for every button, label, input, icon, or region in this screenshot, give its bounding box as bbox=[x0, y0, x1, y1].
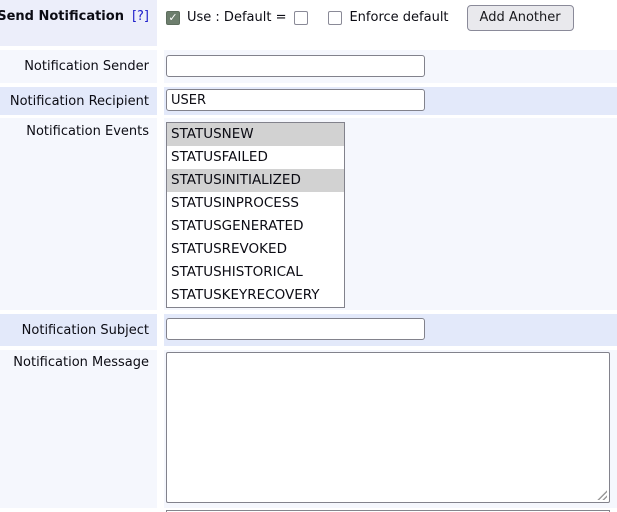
event-option[interactable]: STATUSINITIALIZED bbox=[167, 169, 344, 192]
notification-message-wrap bbox=[166, 352, 610, 503]
enforce-default-checkbox[interactable] bbox=[328, 11, 342, 25]
event-option[interactable]: STATUSKEYRECOVERY bbox=[167, 284, 344, 307]
notification-recipient-field-cell bbox=[164, 87, 617, 115]
event-option[interactable]: STATUSHISTORICAL bbox=[167, 261, 344, 284]
notification-message-field-cell bbox=[164, 350, 617, 508]
default-value-checkbox[interactable] bbox=[294, 11, 308, 25]
notification-recipient-row: Notification Recipient bbox=[0, 87, 617, 115]
section-title: Send Notification bbox=[0, 9, 124, 24]
add-another-button[interactable]: Add Another bbox=[467, 5, 574, 31]
notification-message-label: Notification Message bbox=[0, 350, 157, 508]
notification-subject-field-cell bbox=[164, 314, 617, 346]
use-default-label: Use : Default = bbox=[187, 10, 286, 25]
section-header-row: Send Notification [?] Use : Default = En… bbox=[0, 0, 617, 46]
event-option[interactable]: STATUSFAILED bbox=[167, 146, 344, 169]
notification-subject-label: Notification Subject bbox=[0, 314, 157, 346]
header-controls: Use : Default = Enforce default Add Anot… bbox=[166, 4, 617, 31]
notification-sender-label: Notification Sender bbox=[0, 50, 157, 83]
notification-recipient-label: Notification Recipient bbox=[0, 87, 157, 115]
notification-sender-field-cell bbox=[164, 50, 617, 83]
notification-recipient-input[interactable] bbox=[166, 89, 425, 111]
notification-message-textarea[interactable] bbox=[166, 352, 610, 503]
notification-events-row: Notification Events STATUSNEWSTATUSFAILE… bbox=[0, 118, 617, 310]
notification-subject-row: Notification Subject bbox=[0, 314, 617, 346]
notification-events-field-cell: STATUSNEWSTATUSFAILEDSTATUSINITIALIZEDST… bbox=[164, 118, 617, 310]
notification-sender-row: Notification Sender bbox=[0, 50, 617, 83]
section-title-cell: Send Notification [?] bbox=[0, 0, 157, 46]
enforce-default-label: Enforce default bbox=[349, 10, 448, 25]
notification-subject-input[interactable] bbox=[166, 318, 425, 340]
event-option[interactable]: STATUSNEW bbox=[167, 123, 344, 146]
notification-events-label: Notification Events bbox=[0, 118, 157, 310]
use-checkbox[interactable] bbox=[166, 11, 180, 25]
notification-events-listbox[interactable]: STATUSNEWSTATUSFAILEDSTATUSINITIALIZEDST… bbox=[166, 122, 345, 308]
section-header-controls-cell: Use : Default = Enforce default Add Anot… bbox=[164, 0, 617, 46]
event-option[interactable]: STATUSREVOKED bbox=[167, 238, 344, 261]
help-link[interactable]: [?] bbox=[132, 9, 149, 24]
send-notification-section: Send Notification [?] Use : Default = En… bbox=[0, 0, 617, 508]
notification-message-row: Notification Message bbox=[0, 350, 617, 508]
event-option[interactable]: STATUSGENERATED bbox=[167, 215, 344, 238]
event-option[interactable]: STATUSINPROCESS bbox=[167, 192, 344, 215]
notification-sender-input[interactable] bbox=[166, 55, 425, 77]
